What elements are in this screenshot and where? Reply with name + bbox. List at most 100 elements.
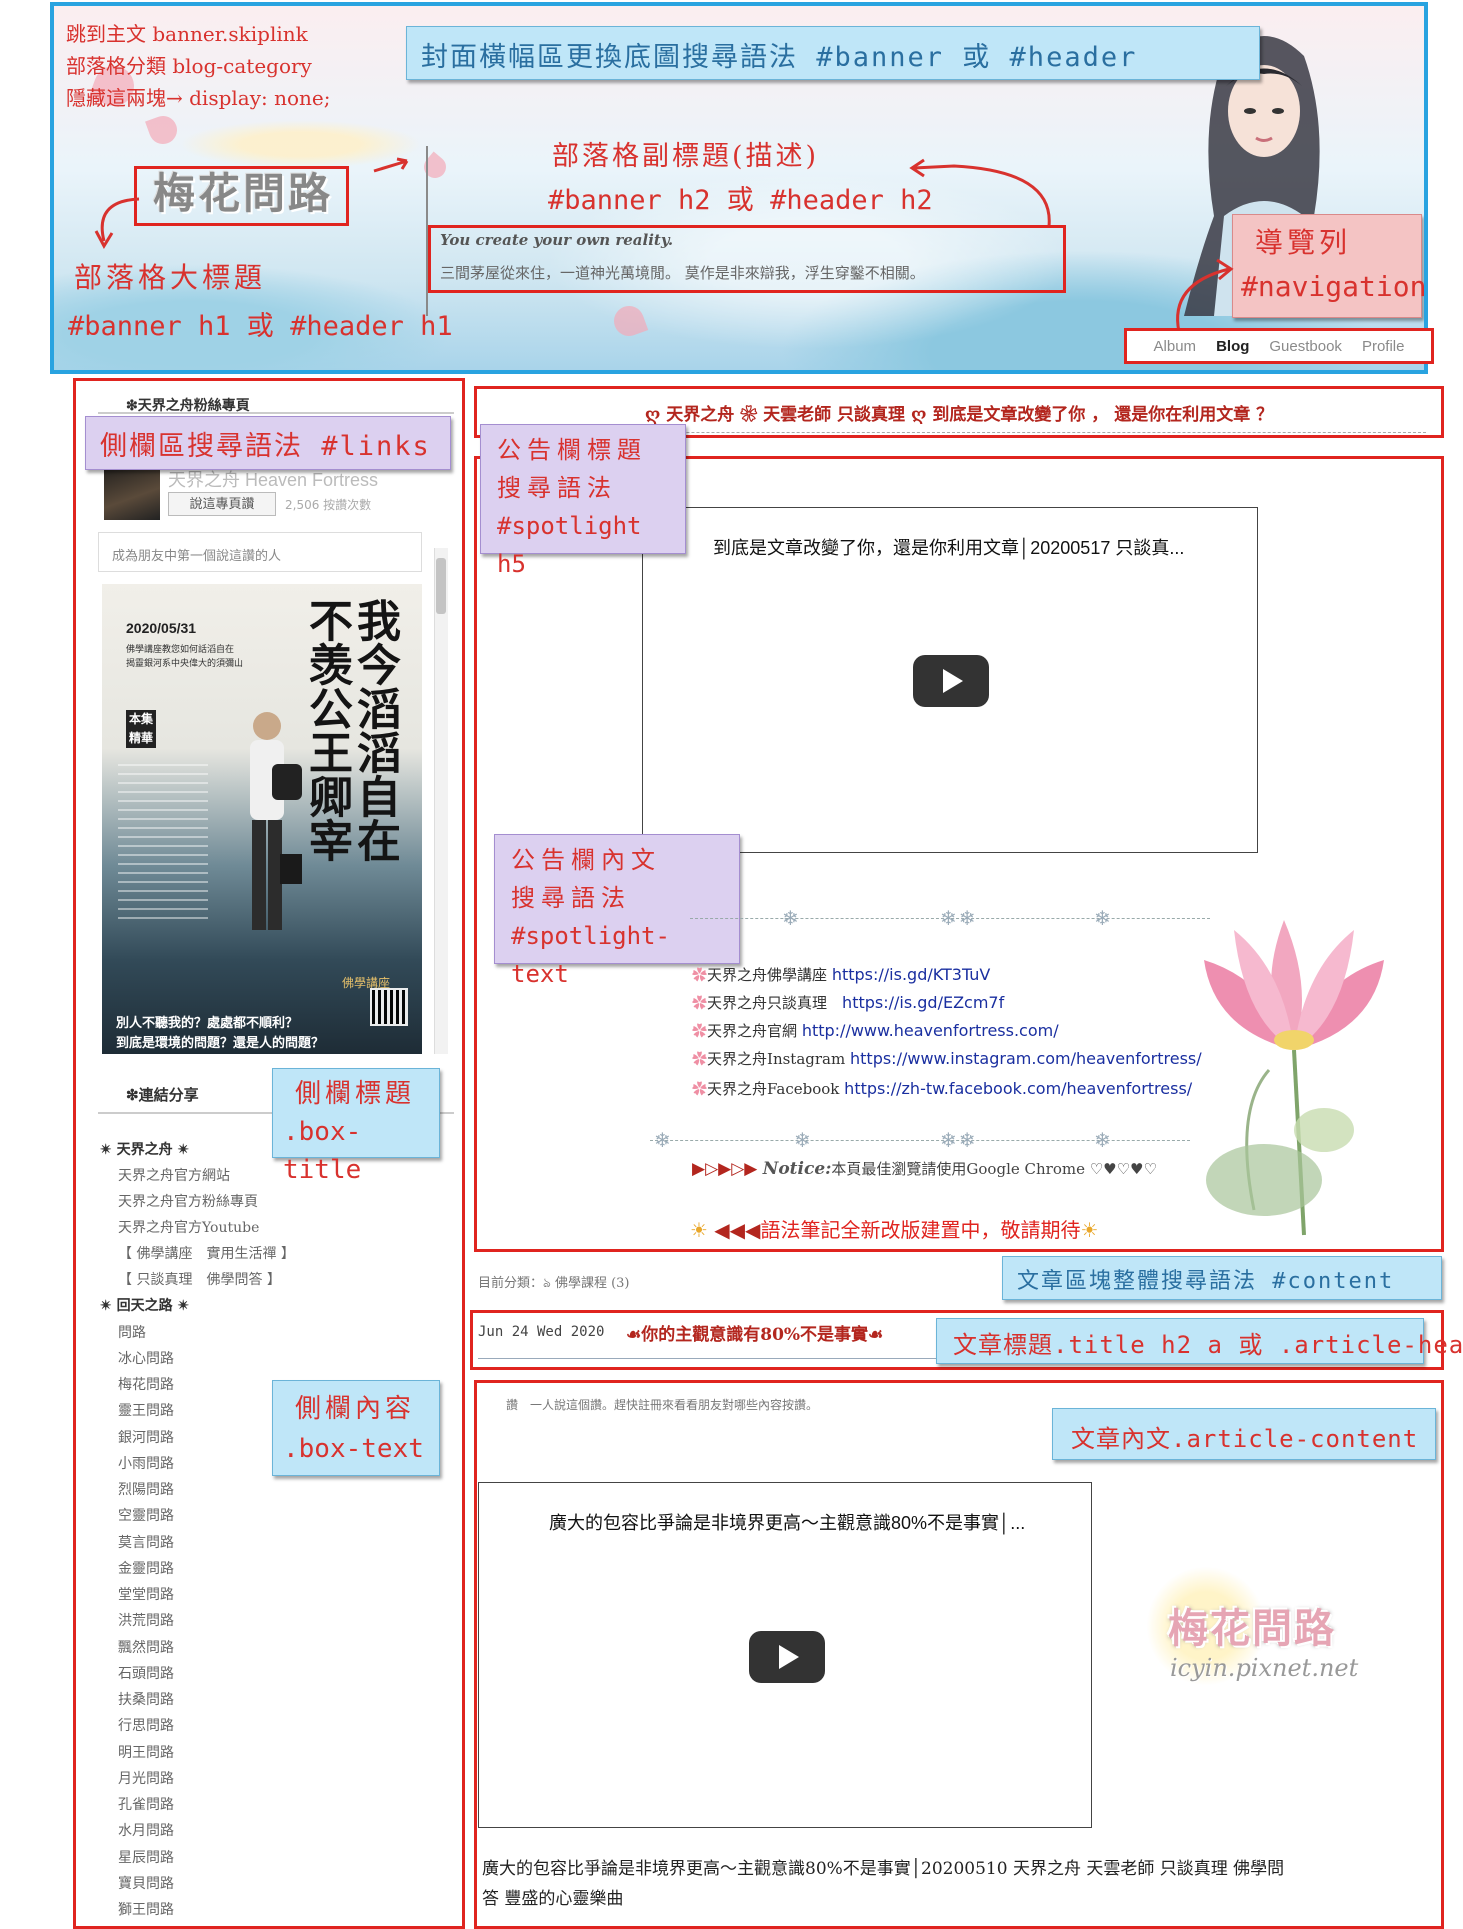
sidebar-link[interactable]: 行思問路 [118,1715,174,1735]
spotlight-link-url[interactable]: https://is.gd/EZcm7f [842,993,1004,1012]
sidebar-link[interactable]: 梅花問路 [118,1374,174,1394]
sakura-icon: ✿ [692,1080,708,1098]
spotlight-link-row[interactable]: ✿天界之舟只談真理 https://is.gd/EZcm7f [692,992,1004,1013]
widget-scrollbar[interactable] [434,548,448,1054]
title-arrow-icon [94,197,140,250]
sidebar-link[interactable]: 月光問路 [118,1768,174,1788]
nav-guestbook[interactable]: Guestbook [1259,338,1352,355]
spotlight-link-url[interactable]: https://is.gd/KT3TuV [832,965,991,984]
play-button-icon[interactable] [913,655,989,707]
spotlight-text-label-2: 搜尋語法 [511,884,631,912]
nav-album[interactable]: Album [1144,338,1207,355]
notice-line: ▶▷▶▷▶ Notice:本頁最佳瀏覽請使用Google Chrome ♡♥♡♥… [692,1158,1157,1179]
sidebar-link[interactable]: 堂堂問路 [118,1584,174,1604]
spotlight-link-label: 天界之舟只談真理 [707,994,828,1012]
current-category[interactable]: 目前分類：ঌ 佛學課程 (3) [478,1272,630,1295]
sidebar-link[interactable]: 烈陽問路 [118,1479,174,1499]
subtitle-selector: #banner h2 或 #header h2 [548,185,933,216]
marquee-text: ღ 天界之舟 ❀ 天雲老師 只談真理 ღ 到底是文章改變了你 ， 還是你在利用文… [644,405,1274,425]
sakura-icon: ✿ [692,966,708,984]
sidebar-link[interactable]: 石頭問路 [118,1663,174,1683]
sidebar-link[interactable]: 星辰問路 [118,1847,174,1867]
sakura-icon: ✿ [692,1022,708,1040]
article-video-title[interactable]: 廣大的包容比爭論是非境界更高～主觀意識80%不是事實│... [549,1509,1025,1535]
sidebar-link[interactable]: 明王問路 [118,1742,174,1762]
article-title-underline [478,1358,938,1359]
sidebar-link[interactable]: 小雨問路 [118,1453,174,1473]
poster-figure [250,712,302,930]
spotlight-link-row[interactable]: ✿天界之舟佛學講座 https://is.gd/KT3TuV [692,964,990,985]
poster-badge: 本集精華 [126,710,156,748]
banner-search-label: 封面橫幅區更換底圖搜尋語法 #banner 或 #header [406,26,1260,80]
sidebar-link[interactable]: 莫言問路 [118,1532,174,1552]
poster-question-2: 到底是環境的問題？還是人的問題？ [116,1036,325,1051]
spotlight-link-row[interactable]: ✿天界之舟Facebook https://zh-tw.facebook.com… [692,1078,1192,1099]
sidebar-link[interactable]: 洪荒問路 [118,1610,174,1630]
sidebar-link[interactable]: 【 佛學講座 實用生活禪 】 [118,1243,295,1263]
spotlight-title-selector: #spotlight h5 [497,512,642,578]
sidebar-link[interactable]: 天界之舟官方粉絲專頁 [118,1191,258,1211]
sidebar-link[interactable]: 寶貝問路 [118,1873,174,1893]
petal-decoration [419,151,451,183]
navigation-label-text: 導覽列 [1255,226,1352,259]
notice-label: Notice: [762,1159,832,1179]
navigation-label: 導覽列 #navigation [1232,214,1427,318]
sidebar-link[interactable]: 【 只談真理 佛學問答 】 [118,1269,281,1289]
content-search-label: 文章區塊整體搜尋語法 #content [1002,1256,1442,1300]
snowflake-icon: ❄ [1094,1128,1111,1152]
nav-profile[interactable]: Profile [1352,338,1415,355]
navigation-selector: #navigation [1241,270,1427,303]
blog-title[interactable]: 梅花問路 [138,166,348,222]
petal-decoration [609,301,649,341]
article-like-line: 讚 一人說這個讚。趕快註冊來看看朋友對哪些內容按讚。 [506,1398,819,1412]
sidebar-link[interactable]: 金靈問路 [118,1558,174,1578]
fb-like-button[interactable]: 說這專頁讚 [168,492,276,516]
spotlight-link-url[interactable]: http://www.heavenfortress.com/ [802,1021,1059,1040]
box-text-label-text: 側欄內容 [295,1394,416,1424]
poster-subtitle-2: 揭靈銀河系中央偉大的須彌山 [126,659,244,669]
spotlight-link-url[interactable]: https://zh-tw.facebook.com/heavenfortres… [844,1079,1192,1098]
fb-first-like-text: 成為朋友中第一個說這讚的人 [112,549,282,564]
sidebar-link[interactable]: 獅王問路 [118,1899,174,1919]
nav-arrow-icon [1176,258,1234,333]
sidebar-link[interactable]: 孔雀問路 [118,1794,174,1814]
sidebar-link[interactable]: 冰心問路 [118,1348,174,1368]
watermark-title: 梅花問路 [1168,1605,1336,1652]
snowflake-icon: ❄❄ [940,906,978,930]
sidebar-link[interactable]: 水月問路 [118,1820,174,1840]
wip-text: 語法筆記全新改版建置中，敬請期待 [760,1218,1081,1242]
sidebar-link[interactable]: 飄然問路 [118,1637,174,1657]
poster-calligraphy: 我今滔滔自在不羡公王卿宰 [301,598,400,862]
sidebar-link[interactable]: 天界之舟官方網站 [118,1165,230,1185]
sidebar-link[interactable]: 問路 [118,1322,146,1342]
sidebar-link[interactable]: 空靈問路 [118,1505,174,1525]
box-title-label-text: 側欄標題 [295,1079,416,1109]
article-video-embed[interactable]: 廣大的包容比爭論是非境界更高～主觀意識80%不是事實│... [478,1482,1092,1828]
spotlight-link-row[interactable]: ✿天界之舟Instagram https://www.instagram.com… [692,1048,1202,1069]
nav-blog[interactable]: Blog [1206,338,1259,355]
spotlight-text-label-1: 公告欄內文 [511,846,661,874]
spotlight-video-title[interactable]: 到底是文章改變了你，還是你利用文章│20200517 只談真... [713,534,1184,560]
box-title-selector: .box-title [283,1117,362,1185]
spotlight-video-embed[interactable]: 到底是文章改變了你，還是你利用文章│20200517 只談真... [642,507,1258,853]
spotlight-link-row[interactable]: ✿天界之舟官網 http://www.heavenfortress.com/ [692,1020,1059,1041]
spotlight-link-url[interactable]: https://www.instagram.com/heavenfortress… [850,1049,1202,1068]
poster-text-block [118,764,208,924]
lecture-poster[interactable]: 2020/05/31 佛學講座教您如何話滔自在 揭靈銀河系中央偉大的須彌山 本集… [102,584,422,1054]
article-title-label: 文章標題.title h2 a 或 .article-head [936,1318,1463,1364]
poster-date: 2020/05/31 [126,620,197,636]
article-content-label: 文章內文.article-content [1052,1408,1436,1460]
sidebar-link[interactable]: 靈王問路 [118,1400,174,1420]
sidebar-link[interactable]: 銀河問路 [118,1427,174,1447]
lotus-illustration [1204,920,1384,1236]
spotlight-link-label: 天界之舟佛學講座 [707,966,828,984]
snowflake-icon: ❄❄ [940,1128,978,1152]
sidebar-link[interactable]: 扶桑問路 [118,1689,174,1709]
fb-like-count: 2,506 按讚次數 [285,498,372,512]
sidebar-link[interactable]: 天界之舟官方Youtube [118,1217,259,1237]
scrollbar-thumb[interactable] [436,558,446,614]
play-button-icon[interactable] [749,1631,825,1683]
article-title[interactable]: ☙你的主觀意識有80%不是事實☙ [626,1320,883,1345]
spotlight-link-label: 天界之舟官網 [707,1022,798,1040]
spotlight-title-label: 公告欄標題 搜尋語法 #spotlight h5 [480,424,686,578]
